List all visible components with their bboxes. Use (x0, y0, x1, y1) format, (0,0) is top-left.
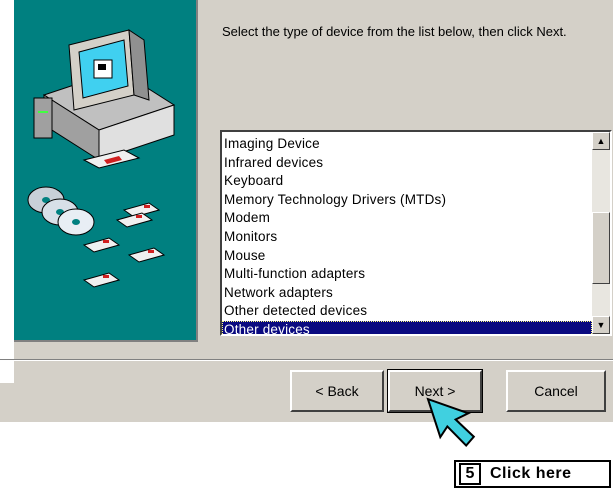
list-item[interactable]: Imaging Device (222, 135, 592, 154)
device-type-listbox[interactable]: Imaging Device Infrared devices Keyboard… (220, 130, 612, 336)
wizard-dialog: Select the type of device from the list … (0, 0, 613, 422)
floppy-icons (82, 202, 166, 288)
scroll-up-arrow-icon[interactable]: ▲ (592, 132, 610, 150)
step-number: 5 (459, 463, 481, 485)
list-item[interactable]: Other detected devices (222, 302, 592, 321)
back-button[interactable]: < Back (290, 370, 384, 412)
button-separator (0, 359, 613, 361)
computer-icon (33, 29, 176, 169)
instruction-text: Select the type of device from the list … (222, 24, 567, 39)
list-item[interactable]: Infrared devices (222, 154, 592, 173)
step-callout-text: Click here (490, 465, 572, 482)
wizard-illustration (14, 0, 198, 342)
scroll-down-arrow-icon[interactable]: ▼ (592, 316, 610, 334)
pointer-arrow-icon (426, 397, 476, 448)
list-item[interactable]: Network adapters (222, 284, 592, 303)
scroll-thumb[interactable] (592, 212, 610, 284)
step-callout: 5 Click here (454, 460, 611, 488)
list-item[interactable]: Keyboard (222, 172, 592, 191)
dialog-left-edge (0, 0, 14, 383)
list-item-selected[interactable]: Other devices (222, 320, 592, 334)
list-item[interactable]: Multi-function adapters (222, 265, 592, 284)
list-item[interactable]: Mouse (222, 247, 592, 266)
list-item[interactable]: Memory Technology Drivers (MTDs) (222, 191, 592, 210)
list-item[interactable]: Monitors (222, 228, 592, 247)
list-scrollbar[interactable]: ▲ ▼ (592, 132, 610, 334)
list-item[interactable]: Modem (222, 209, 592, 228)
cd-icons (27, 186, 95, 236)
cancel-button[interactable]: Cancel (506, 370, 606, 412)
